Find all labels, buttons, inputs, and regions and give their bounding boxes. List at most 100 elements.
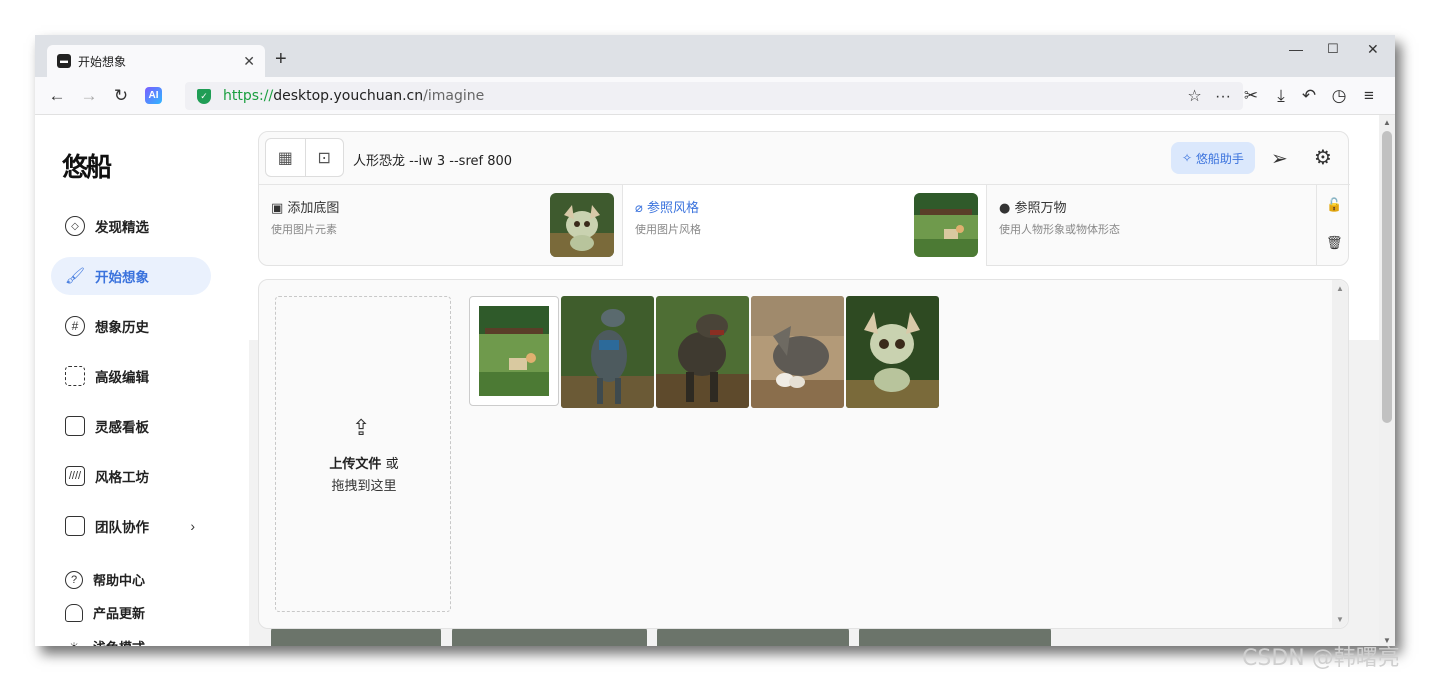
edit-frame-icon	[65, 366, 85, 386]
more-icon[interactable]: ···	[1215, 88, 1231, 105]
prompt-card: ▦ ⊡ 人形恐龙 --iw 3 --sref 800 ✧ 悠船助手 ➢ ⚙ ▣ …	[258, 131, 1350, 266]
grid-icon: #	[65, 316, 85, 336]
settings-sliders-icon[interactable]: ⚙	[1314, 145, 1332, 170]
ref-subtitle: 使用图片风格	[635, 223, 701, 236]
page: 悠船 ◇ 发现精选 🖌 开始想象 # 想象历史 高级编辑 灵感看板 //// 风…	[35, 115, 1395, 646]
sidebar-item-label: 高级编辑	[95, 370, 149, 386]
copy-icon	[65, 416, 85, 436]
new-tab-icon[interactable]: +	[275, 49, 287, 69]
stripes-icon: ////	[65, 466, 85, 486]
bookmark-star-icon[interactable]: ☆	[1187, 88, 1201, 105]
ref-object[interactable]: ● 参照万物 使用人物形象或物体形态	[987, 185, 1317, 266]
uploaded-image-forest[interactable]	[469, 296, 559, 406]
history-clock-icon[interactable]: ◷	[1329, 86, 1349, 106]
sidebar-help[interactable]: ? 帮助中心	[65, 570, 145, 589]
sidebar-item-label: 浅色模式	[93, 637, 145, 646]
ref-thumbnail-forest[interactable]	[914, 193, 978, 257]
forward-icon[interactable]: →	[79, 86, 99, 106]
page-scrollbar[interactable]: ▲ ▼	[1379, 115, 1395, 646]
sidebar-item-label: 产品更新	[93, 607, 146, 622]
panel-scrollbar[interactable]: ▲ ▼	[1332, 280, 1348, 628]
sidebar-item-moodboard[interactable]: 灵感看板	[51, 407, 211, 445]
sidebar-item-team[interactable]: 团队协作 ›	[51, 507, 211, 545]
ref-base-image[interactable]: ▣ 添加底图 使用图片元素	[259, 185, 623, 266]
window-close-icon[interactable]: ✕	[1367, 41, 1379, 58]
address-bar[interactable]: ✓ https://desktop.youchuan.cn/imagine ☆ …	[185, 82, 1243, 110]
sidebar-item-discover[interactable]: ◇ 发现精选	[51, 207, 211, 245]
upload-sub-text: 拖拽到这里	[331, 479, 397, 494]
sidebar: 悠船 ◇ 发现精选 🖌 开始想象 # 想象历史 高级编辑 灵感看板 //// 风…	[35, 115, 249, 646]
ref-title: ● 参照万物	[999, 201, 1067, 216]
browser-tab[interactable]: ▬ 开始想象 ✕	[47, 45, 265, 77]
page-scroll-thumb[interactable]	[1382, 131, 1392, 423]
uploaded-images	[469, 296, 939, 408]
gallery-image-2[interactable]	[452, 627, 647, 646]
trash-icon[interactable]: 🗑	[1326, 235, 1343, 251]
assistant-button[interactable]: ✧ 悠船助手	[1171, 142, 1255, 174]
upload-panel: ⇪ 上传文件 或 拖拽到这里 ▲ ▼	[258, 279, 1349, 629]
uploaded-image-raptor[interactable]	[561, 296, 654, 408]
uploaded-image-triceratops[interactable]	[751, 296, 844, 408]
url-actions: ☆ ···	[1187, 86, 1231, 106]
prompt-mode-buttons: ▦ ⊡	[265, 138, 344, 177]
gallery-image-4[interactable]	[859, 627, 1051, 646]
minimize-icon[interactable]: —	[1289, 41, 1303, 57]
uploaded-image-trex[interactable]	[656, 296, 749, 408]
scroll-down-icon[interactable]: ▼	[1336, 615, 1344, 624]
favicon-icon: ▬	[57, 54, 71, 68]
gallery-image-3[interactable]	[657, 627, 849, 646]
gallery-image-1[interactable]	[271, 627, 441, 646]
upload-icon: ⇪	[352, 415, 371, 440]
undo-icon[interactable]: ↶	[1299, 86, 1319, 106]
ai-extension-icon[interactable]: AI	[145, 87, 162, 104]
page-scroll-up-icon[interactable]: ▲	[1383, 118, 1391, 127]
ref-style[interactable]: ⌀ 参照风格 使用图片风格	[623, 185, 987, 266]
uploaded-image-baby-dino[interactable]	[846, 296, 939, 408]
sidebar-item-label: 风格工坊	[95, 470, 149, 486]
ref-thumbnail-dino[interactable]	[550, 193, 614, 257]
logo: 悠船	[62, 153, 112, 183]
upload-dropzone[interactable]: ⇪ 上传文件 或 拖拽到这里	[275, 296, 451, 612]
sidebar-item-label: 发现精选	[95, 220, 149, 236]
compass-icon: ◇	[65, 216, 85, 236]
prompt-input[interactable]: 人形恐龙 --iw 3 --sref 800	[353, 150, 512, 169]
ref-title: ⌀ 参照风格	[635, 201, 699, 216]
reload-icon[interactable]: ↻	[111, 86, 131, 106]
url-text: https://desktop.youchuan.cn/imagine	[223, 88, 485, 104]
sidebar-item-label: 灵感看板	[95, 420, 149, 436]
sidebar-item-imagine[interactable]: 🖌 开始想象	[51, 257, 211, 295]
browser-window: ▬ 开始想象 ✕ + — ☐ ✕ ← → ↻ AI ✓ https://desk…	[35, 35, 1395, 646]
maximize-icon[interactable]: ☐	[1327, 41, 1339, 57]
sidebar-item-history[interactable]: # 想象历史	[51, 307, 211, 345]
download-icon[interactable]: ⤓	[1271, 86, 1291, 106]
watermark: CSDN @韩曙亮	[1242, 646, 1400, 671]
tab-strip: ▬ 开始想象 ✕ + — ☐ ✕	[35, 35, 1395, 77]
unlock-icon[interactable]: 🔓	[1326, 197, 1342, 213]
ref-title: ▣ 添加底图	[271, 201, 340, 216]
sidebar-item-style-workshop[interactable]: //// 风格工坊	[51, 457, 211, 495]
team-icon	[65, 516, 85, 536]
scissors-icon[interactable]: ✂	[1241, 86, 1261, 106]
image-add-icon[interactable]: ⊡	[304, 139, 344, 176]
help-icon: ?	[65, 570, 83, 589]
ref-actions: 🔓 🗑	[1316, 185, 1350, 266]
sidebar-item-advanced-edit[interactable]: 高级编辑	[51, 357, 211, 395]
sparkle-icon: ✧	[1182, 151, 1196, 165]
send-icon[interactable]: ➢	[1271, 146, 1288, 171]
aspect-ratio-icon[interactable]: ▦	[266, 139, 305, 176]
tab-title: 开始想象	[78, 54, 127, 69]
secure-shield-icon: ✓	[197, 88, 211, 104]
sidebar-item-label: 想象历史	[95, 320, 149, 336]
back-icon[interactable]: ←	[47, 86, 67, 106]
image-icon: ▣	[271, 201, 288, 216]
scroll-up-icon[interactable]: ▲	[1336, 284, 1344, 293]
close-tab-icon[interactable]: ✕	[243, 53, 255, 70]
person-icon: ●	[999, 201, 1015, 216]
browser-toolbar: ← → ↻ AI ✓ https://desktop.youchuan.cn/i…	[35, 77, 1395, 115]
chevron-right-icon: ›	[190, 518, 195, 534]
sidebar-light-mode[interactable]: ☀ 浅色模式	[65, 637, 145, 647]
ref-subtitle: 使用图片元素	[271, 223, 337, 236]
assistant-label: 悠船助手	[1195, 151, 1244, 166]
sidebar-updates[interactable]: 产品更新	[65, 603, 145, 622]
menu-icon[interactable]: ≡	[1359, 86, 1379, 106]
